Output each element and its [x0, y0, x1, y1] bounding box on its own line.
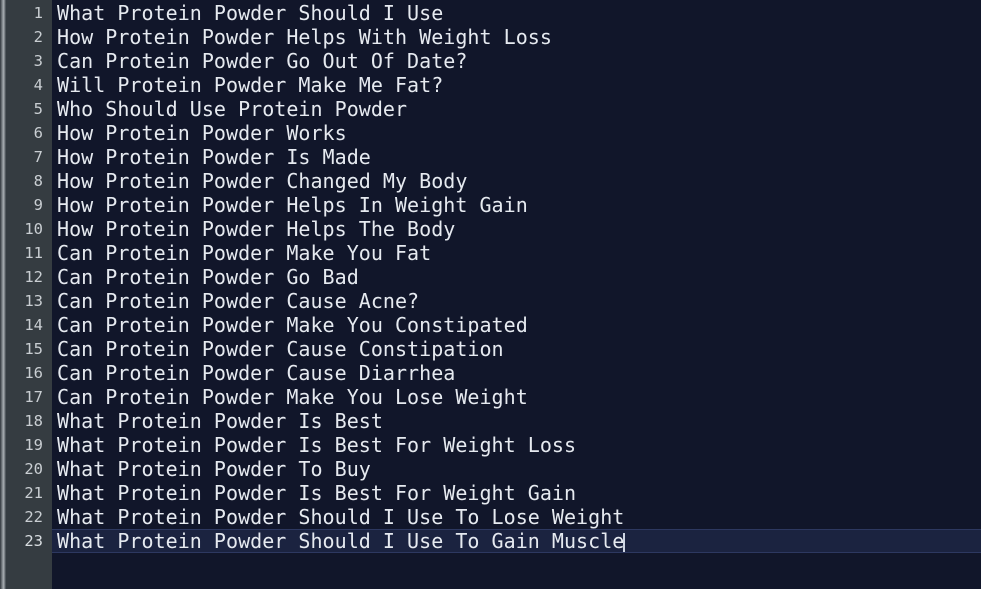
code-line-text: Can Protein Powder Cause Constipation: [57, 337, 504, 361]
code-line[interactable]: How Protein Powder Helps With Weight Los…: [52, 25, 981, 49]
line-number[interactable]: 15: [0, 337, 52, 361]
code-line-text: What Protein Powder Should I Use To Lose…: [57, 505, 625, 529]
code-line[interactable]: Will Protein Powder Make Me Fat?: [52, 73, 981, 97]
code-line-text: What Protein Powder Is Best: [57, 409, 383, 433]
line-number[interactable]: 10: [0, 217, 52, 241]
code-line[interactable]: Can Protein Powder Make You Fat: [52, 241, 981, 265]
line-number[interactable]: 5: [0, 97, 52, 121]
code-line-text: Can Protein Powder Cause Acne?: [57, 289, 420, 313]
line-number[interactable]: 12: [0, 265, 52, 289]
line-number[interactable]: 16: [0, 361, 52, 385]
code-line[interactable]: Can Protein Powder Cause Constipation: [52, 337, 981, 361]
line-number[interactable]: 19: [0, 433, 52, 457]
code-editor-window: 1 2 3 4 5 6 7 8 9 10 11 12 13 14 15 16 17 18 19 20 21 22 23 Wh…: [0, 0, 981, 589]
line-number[interactable]: 14: [0, 313, 52, 337]
code-line-text: How Protein Powder Works: [57, 121, 347, 145]
code-line-text: What Protein Powder Should I Use To Gain…: [57, 529, 625, 553]
code-line[interactable]: Can Protein Powder Go Bad: [52, 265, 981, 289]
code-line[interactable]: What Protein Powder To Buy: [52, 457, 981, 481]
code-line[interactable]: Can Protein Powder Go Out Of Date?: [52, 49, 981, 73]
code-line-text: Can Protein Powder Make You Fat: [57, 241, 432, 265]
line-number[interactable]: 2: [0, 25, 52, 49]
code-line[interactable]: Can Protein Powder Make You Constipated: [52, 313, 981, 337]
code-line-text: Will Protein Powder Make Me Fat?: [57, 73, 444, 97]
code-line-active[interactable]: What Protein Powder Should I Use To Gain…: [52, 529, 981, 553]
line-number[interactable]: 21: [0, 481, 52, 505]
code-line[interactable]: How Protein Powder Is Made: [52, 145, 981, 169]
line-number[interactable]: 20: [0, 457, 52, 481]
line-number-gutter: 1 2 3 4 5 6 7 8 9 10 11 12 13 14 15 16 17 18 19 20 21 22 23: [0, 0, 52, 589]
line-number[interactable]: 1: [0, 1, 52, 25]
code-line[interactable]: How Protein Powder Helps The Body: [52, 217, 981, 241]
line-number[interactable]: 22: [0, 505, 52, 529]
code-line-text: How Protein Powder Helps With Weight Los…: [57, 25, 552, 49]
code-line-text: Can Protein Powder Cause Diarrhea: [57, 361, 456, 385]
code-line[interactable]: What Protein Powder Is Best: [52, 409, 981, 433]
code-text-area[interactable]: What Protein Powder Should I Use How Prot…: [52, 0, 981, 589]
line-number[interactable]: 7: [0, 145, 52, 169]
code-line-text: Who Should Use Protein Powder: [57, 97, 408, 121]
code-line[interactable]: Can Protein Powder Cause Acne?: [52, 289, 981, 313]
line-number[interactable]: 17: [0, 385, 52, 409]
code-line-text: How Protein Powder Is Made: [57, 145, 371, 169]
code-line-text: How Protein Powder Helps In Weight Gain: [57, 193, 528, 217]
line-number[interactable]: 23: [0, 529, 52, 553]
line-number[interactable]: 9: [0, 193, 52, 217]
code-line-text: Can Protein Powder Make You Lose Weight: [57, 385, 528, 409]
line-number[interactable]: 8: [0, 169, 52, 193]
code-line-text: How Protein Powder Changed My Body: [57, 169, 468, 193]
line-number[interactable]: 6: [0, 121, 52, 145]
code-line[interactable]: How Protein Powder Works: [52, 121, 981, 145]
code-line[interactable]: What Protein Powder Should I Use To Lose…: [52, 505, 981, 529]
line-number[interactable]: 13: [0, 289, 52, 313]
code-line-text: How Protein Powder Helps The Body: [57, 217, 456, 241]
code-line-text: Can Protein Powder Make You Constipated: [57, 313, 528, 337]
code-line[interactable]: Can Protein Powder Make You Lose Weight: [52, 385, 981, 409]
code-line[interactable]: What Protein Powder Is Best For Weight G…: [52, 481, 981, 505]
code-line-text: What Protein Powder Should I Use: [57, 1, 444, 25]
code-line-text: Can Protein Powder Go Out Of Date?: [57, 49, 468, 73]
code-line[interactable]: What Protein Powder Is Best For Weight L…: [52, 433, 981, 457]
code-line[interactable]: What Protein Powder Should I Use: [52, 1, 981, 25]
line-number[interactable]: 4: [0, 73, 52, 97]
line-number[interactable]: 3: [0, 49, 52, 73]
code-line[interactable]: Who Should Use Protein Powder: [52, 97, 981, 121]
code-line-text: Can Protein Powder Go Bad: [57, 265, 359, 289]
editor-left-edge-scrollbar[interactable]: [0, 0, 6, 589]
code-line-text: What Protein Powder Is Best For Weight L…: [57, 433, 577, 457]
line-number[interactable]: 18: [0, 409, 52, 433]
line-number[interactable]: 11: [0, 241, 52, 265]
code-line[interactable]: How Protein Powder Helps In Weight Gain: [52, 193, 981, 217]
code-line[interactable]: How Protein Powder Changed My Body: [52, 169, 981, 193]
code-line-text: What Protein Powder To Buy: [57, 457, 371, 481]
code-line-text: What Protein Powder Is Best For Weight G…: [57, 481, 577, 505]
text-caret: [623, 533, 626, 552]
code-line[interactable]: Can Protein Powder Cause Diarrhea: [52, 361, 981, 385]
